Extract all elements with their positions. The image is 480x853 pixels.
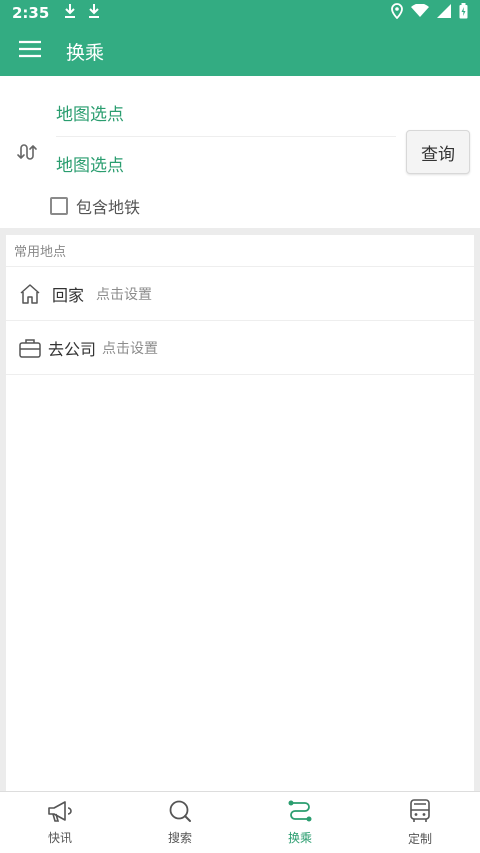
bus-icon <box>408 798 432 828</box>
place-home-name: 回家 <box>52 285 85 305</box>
app-bar: 换乘 <box>0 26 480 76</box>
signal-icon <box>437 4 451 22</box>
menu-button[interactable] <box>6 26 54 76</box>
subway-option[interactable]: 包含地铁 <box>50 194 140 218</box>
wifi-icon <box>411 3 429 22</box>
nav-transfer-label: 换乘 <box>287 831 312 845</box>
query-button[interactable]: 查询 <box>406 130 470 174</box>
status-bar: 2:35 <box>0 0 480 26</box>
bottom-nav: 快讯 搜索 换乘 定制 <box>0 791 480 853</box>
nav-custom-label: 定制 <box>407 832 432 846</box>
download-icon <box>63 3 77 23</box>
subway-checkbox[interactable] <box>50 197 68 215</box>
place-work[interactable]: 去公司 点击设置 <box>6 321 474 375</box>
nav-news[interactable]: 快讯 <box>0 792 120 853</box>
swap-button[interactable] <box>14 138 42 166</box>
nav-transfer[interactable]: 换乘 <box>240 792 360 853</box>
nav-custom[interactable]: 定制 <box>360 792 480 853</box>
nav-news-label: 快讯 <box>47 831 72 845</box>
status-icons <box>391 3 468 23</box>
route-icon <box>287 799 313 827</box>
nav-search-label: 搜索 <box>167 831 192 845</box>
route-card: 地图选点 地图选点 查询 包含地铁 <box>0 76 480 228</box>
subway-checkbox-label: 包含地铁 <box>76 198 141 217</box>
page-title: 换乘 <box>66 41 105 64</box>
nav-search[interactable]: 搜索 <box>120 792 240 853</box>
place-home[interactable]: 回家 点击设置 <box>6 267 474 321</box>
megaphone-icon <box>46 799 74 827</box>
places-header: 常用地点 <box>6 235 474 267</box>
destination-picker[interactable]: 地图选点 <box>56 151 124 176</box>
divider <box>56 136 396 137</box>
briefcase-icon <box>18 336 42 360</box>
status-time: 2:35 <box>12 4 50 22</box>
swap-icon <box>14 144 42 170</box>
battery-icon <box>459 3 468 23</box>
place-home-hint: 点击设置 <box>96 286 153 303</box>
origin-picker[interactable]: 地图选点 <box>56 100 124 125</box>
place-work-name: 去公司 <box>48 339 97 359</box>
home-icon <box>18 282 42 306</box>
common-places: 常用地点 回家 点击设置 去公司 点击设置 <box>6 235 474 791</box>
hamburger-icon <box>18 40 42 62</box>
download-icon <box>87 3 101 23</box>
location-icon <box>391 3 403 23</box>
place-work-hint: 点击设置 <box>102 340 159 357</box>
search-icon <box>167 799 193 827</box>
